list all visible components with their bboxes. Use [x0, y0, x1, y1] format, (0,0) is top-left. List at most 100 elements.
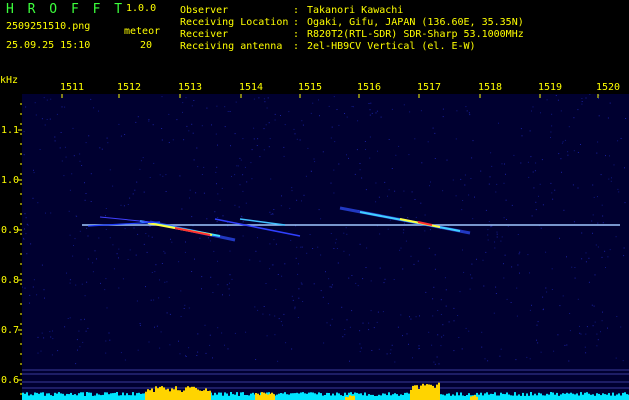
noise-speck: [529, 309, 531, 311]
noise-speck: [150, 299, 152, 301]
noise-speck: [210, 276, 212, 278]
noise-speck: [84, 318, 85, 320]
level-bar: [84, 396, 86, 400]
level-bar: [384, 393, 386, 400]
level-bar: [618, 393, 620, 400]
time-tick-label: 1516: [357, 82, 381, 93]
noise-speck: [154, 271, 156, 273]
noise-speck: [69, 279, 71, 281]
noise-speck: [573, 150, 575, 152]
level-bar: [42, 392, 44, 400]
noise-speck: [495, 191, 497, 193]
noise-speck: [291, 187, 293, 189]
noise-speck: [487, 360, 489, 362]
level-bar: [370, 394, 372, 400]
noise-speck: [559, 237, 560, 239]
level-bar: [578, 395, 580, 400]
level-bar: [238, 395, 240, 400]
noise-speck: [395, 154, 397, 156]
noise-speck: [468, 330, 470, 332]
level-bar: [440, 394, 442, 400]
noise-speck: [390, 349, 392, 351]
level-bar: [374, 396, 376, 400]
noise-speck: [550, 131, 552, 133]
noise-speck: [515, 359, 517, 361]
noise-speck: [551, 125, 553, 127]
noise-speck: [313, 158, 315, 160]
noise-speck: [129, 197, 131, 199]
noise-speck: [610, 180, 612, 182]
noise-speck: [371, 112, 373, 114]
noise-speck: [432, 298, 434, 300]
noise-speck: [182, 102, 184, 104]
noise-speck: [596, 345, 598, 347]
noise-speck: [41, 332, 43, 334]
level-peak: [257, 393, 259, 400]
level-bar: [554, 394, 556, 400]
noise-speck: [346, 319, 348, 321]
level-bar: [504, 394, 506, 400]
noise-speck: [585, 97, 587, 99]
noise-speck: [402, 232, 404, 234]
noise-speck: [79, 230, 81, 232]
noise-speck: [124, 228, 126, 230]
level-bar: [622, 392, 624, 400]
noise-speck: [153, 299, 155, 301]
level-bar: [522, 392, 524, 400]
noise-speck: [581, 103, 583, 105]
level-bar: [576, 393, 578, 400]
noise-speck: [298, 297, 300, 299]
noise-speck: [216, 221, 218, 223]
noise-speck: [566, 344, 568, 346]
noise-speck: [432, 127, 434, 129]
noise-speck: [164, 281, 166, 283]
level-bar: [52, 395, 54, 400]
noise-speck: [238, 206, 240, 208]
noise-speck: [299, 139, 301, 141]
noise-speck: [245, 202, 247, 204]
level-bar: [540, 393, 542, 400]
level-peak: [191, 386, 193, 400]
noise-speck: [182, 111, 183, 113]
noise-speck: [265, 283, 267, 284]
noise-speck: [40, 350, 42, 352]
noise-speck: [161, 128, 163, 129]
noise-speck: [569, 313, 571, 314]
noise-speck: [84, 182, 85, 184]
noise-speck: [455, 195, 457, 197]
noise-speck: [273, 239, 275, 241]
level-bar: [594, 395, 596, 400]
info-separator: :: [293, 5, 300, 16]
noise-speck: [291, 348, 293, 350]
noise-speck: [217, 327, 219, 329]
noise-speck: [263, 128, 265, 130]
level-bar: [520, 395, 522, 400]
noise-speck: [506, 298, 508, 300]
noise-speck: [81, 283, 83, 285]
noise-speck: [69, 317, 71, 319]
noise-speck: [54, 136, 56, 138]
noise-speck: [336, 248, 338, 249]
noise-speck: [25, 217, 27, 219]
noise-speck: [462, 200, 464, 201]
noise-speck: [368, 103, 370, 104]
noise-speck: [320, 254, 322, 256]
noise-speck: [314, 161, 316, 163]
noise-speck: [595, 244, 597, 246]
noise-speck: [168, 113, 170, 115]
level-peak: [470, 396, 472, 400]
noise-speck: [118, 123, 120, 125]
noise-speck: [185, 355, 186, 357]
noise-speck: [531, 215, 533, 217]
noise-speck: [527, 254, 529, 256]
noise-speck: [468, 112, 470, 114]
timestamp: 25.09.25 15:10: [6, 40, 91, 51]
noise-speck: [319, 115, 320, 117]
noise-speck: [265, 124, 267, 126]
noise-speck: [26, 223, 28, 225]
info-key: Receiving Location: [180, 17, 289, 28]
level-bar: [118, 395, 120, 400]
noise-speck: [546, 99, 548, 101]
noise-speck: [489, 176, 491, 178]
noise-speck: [169, 344, 171, 346]
